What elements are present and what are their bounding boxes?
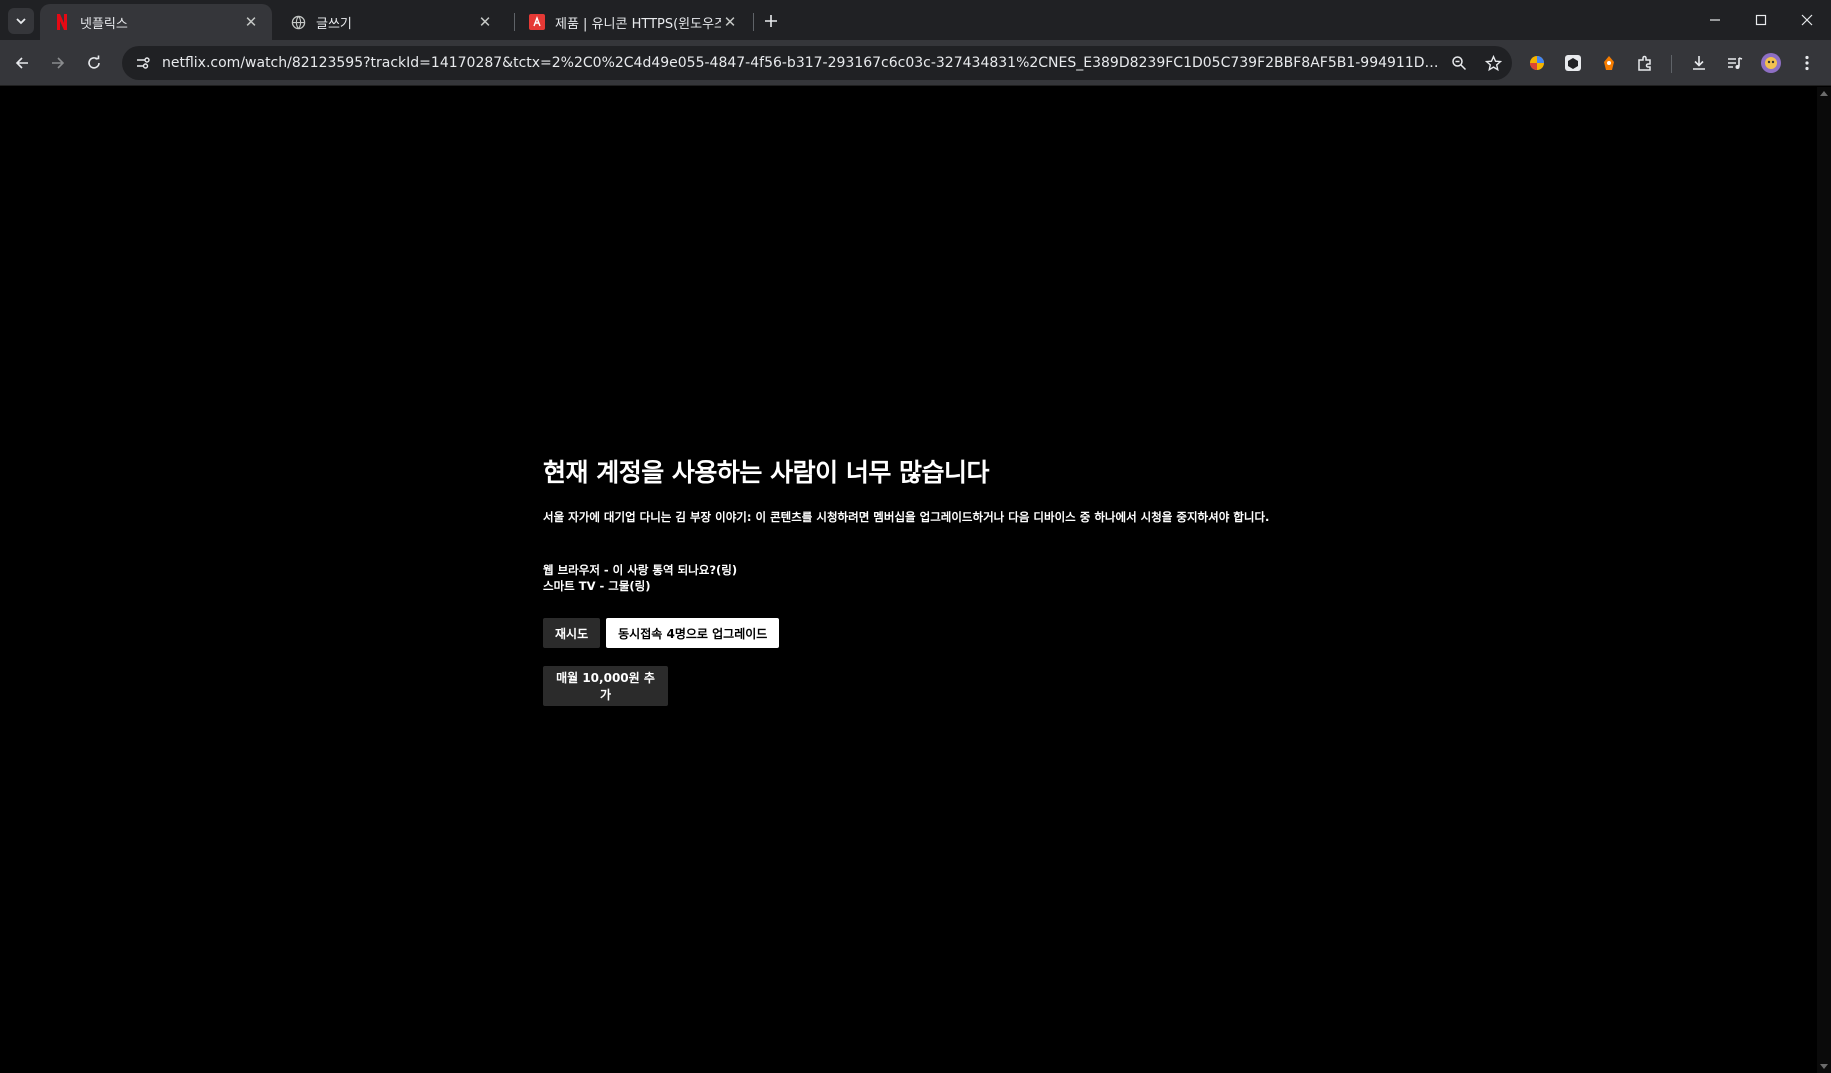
device-item: 웹 브라우저 - 이 사랑 통역 되나요?(링) (543, 563, 738, 577)
chevron-down-icon (16, 18, 26, 25)
tab-separator (753, 13, 754, 31)
extension-fox-icon[interactable] (1597, 51, 1621, 75)
minimize-icon (1710, 19, 1720, 21)
tab-strip: 넷플릭스 ✕ 글쓰기 ✕ 제품 | 유니콘 HTTPS(윈도우즈) ✕ (0, 0, 1831, 40)
extension-cube-icon[interactable] (1561, 51, 1585, 75)
tab-netflix[interactable]: 넷플릭스 ✕ (40, 4, 272, 40)
forward-button[interactable] (44, 49, 72, 77)
url-text[interactable]: netflix.com/watch/82123595?trackId=14170… (158, 55, 1444, 71)
site-info-icon[interactable] (128, 48, 158, 78)
extensions-puzzle-icon[interactable] (1633, 51, 1657, 75)
tab-search-button[interactable] (8, 8, 34, 34)
netflix-page: 현재 계정을 사용하는 사람이 너무 많습니다 서울 자가에 대기업 다니는 김… (0, 87, 1817, 1073)
toolbar-separator (1671, 55, 1672, 73)
concurrent-stream-error-panel: 현재 계정을 사용하는 사람이 너무 많습니다 서울 자가에 대기업 다니는 김… (543, 453, 1343, 706)
arrow-left-icon (15, 57, 28, 69)
zoom-icon[interactable] (1444, 48, 1474, 78)
download-icon[interactable] (1687, 51, 1711, 75)
tab-title: 글쓰기 (316, 16, 352, 32)
retry-button[interactable]: 재시도 (543, 618, 601, 648)
close-icon (1801, 14, 1813, 26)
action-buttons: 재시도 동시접속 4명으로 업그레이드 (543, 618, 1343, 648)
tab-title: 넷플릭스 (80, 16, 128, 32)
maximize-icon (1755, 14, 1767, 26)
extension-color-icon[interactable] (1525, 51, 1549, 75)
device-item: 스마트 TV - 그물(링) (543, 579, 651, 593)
upgrade-button[interactable]: 동시접속 4명으로 업그레이드 (606, 618, 780, 648)
page-title: 현재 계정을 사용하는 사람이 너무 많습니다 (543, 458, 990, 487)
unicorn-icon (529, 14, 545, 30)
scroll-up-arrow[interactable] (1820, 91, 1828, 96)
error-message: 서울 자가에 대기업 다니는 김 부장 이야기: 이 콘텐츠를 시청하려면 멤버… (543, 510, 1270, 524)
globe-icon (290, 14, 306, 30)
profile-avatar[interactable] (1759, 51, 1783, 75)
active-devices-list: 웹 브라우저 - 이 사랑 통역 되나요?(링) 스마트 TV - 그물(링) (543, 562, 1343, 594)
reload-icon (88, 55, 100, 69)
bookmark-star-icon[interactable] (1478, 48, 1508, 78)
close-window-button[interactable] (1784, 0, 1830, 40)
reload-button[interactable] (80, 49, 108, 77)
netflix-icon (54, 14, 70, 30)
back-button[interactable] (8, 49, 36, 77)
address-bar[interactable]: netflix.com/watch/82123595?trackId=14170… (122, 46, 1512, 80)
page-scrollbar[interactable] (1817, 87, 1831, 1073)
menu-kebab-icon[interactable] (1795, 51, 1819, 75)
browser-toolbar: netflix.com/watch/82123595?trackId=14170… (0, 40, 1831, 86)
tab-title: 제품 | 유니콘 HTTPS(윈도우즈) (555, 16, 721, 32)
close-icon[interactable]: ✕ (476, 13, 494, 31)
close-icon[interactable]: ✕ (242, 13, 260, 31)
close-icon[interactable]: ✕ (721, 13, 739, 31)
scroll-down-arrow[interactable] (1820, 1064, 1828, 1069)
maximize-button[interactable] (1738, 0, 1784, 40)
tab-unicorn[interactable]: 제품 | 유니콘 HTTPS(윈도우즈) ✕ (515, 4, 751, 40)
tab-write[interactable]: 글쓰기 ✕ (276, 4, 506, 40)
add-monthly-button[interactable]: 매월 10,000원 추가 (543, 666, 668, 706)
plus-icon (765, 15, 777, 27)
minimize-button[interactable] (1692, 0, 1738, 40)
media-control-icon[interactable] (1723, 51, 1747, 75)
new-tab-button[interactable] (758, 8, 784, 34)
arrow-right-icon (52, 57, 65, 69)
